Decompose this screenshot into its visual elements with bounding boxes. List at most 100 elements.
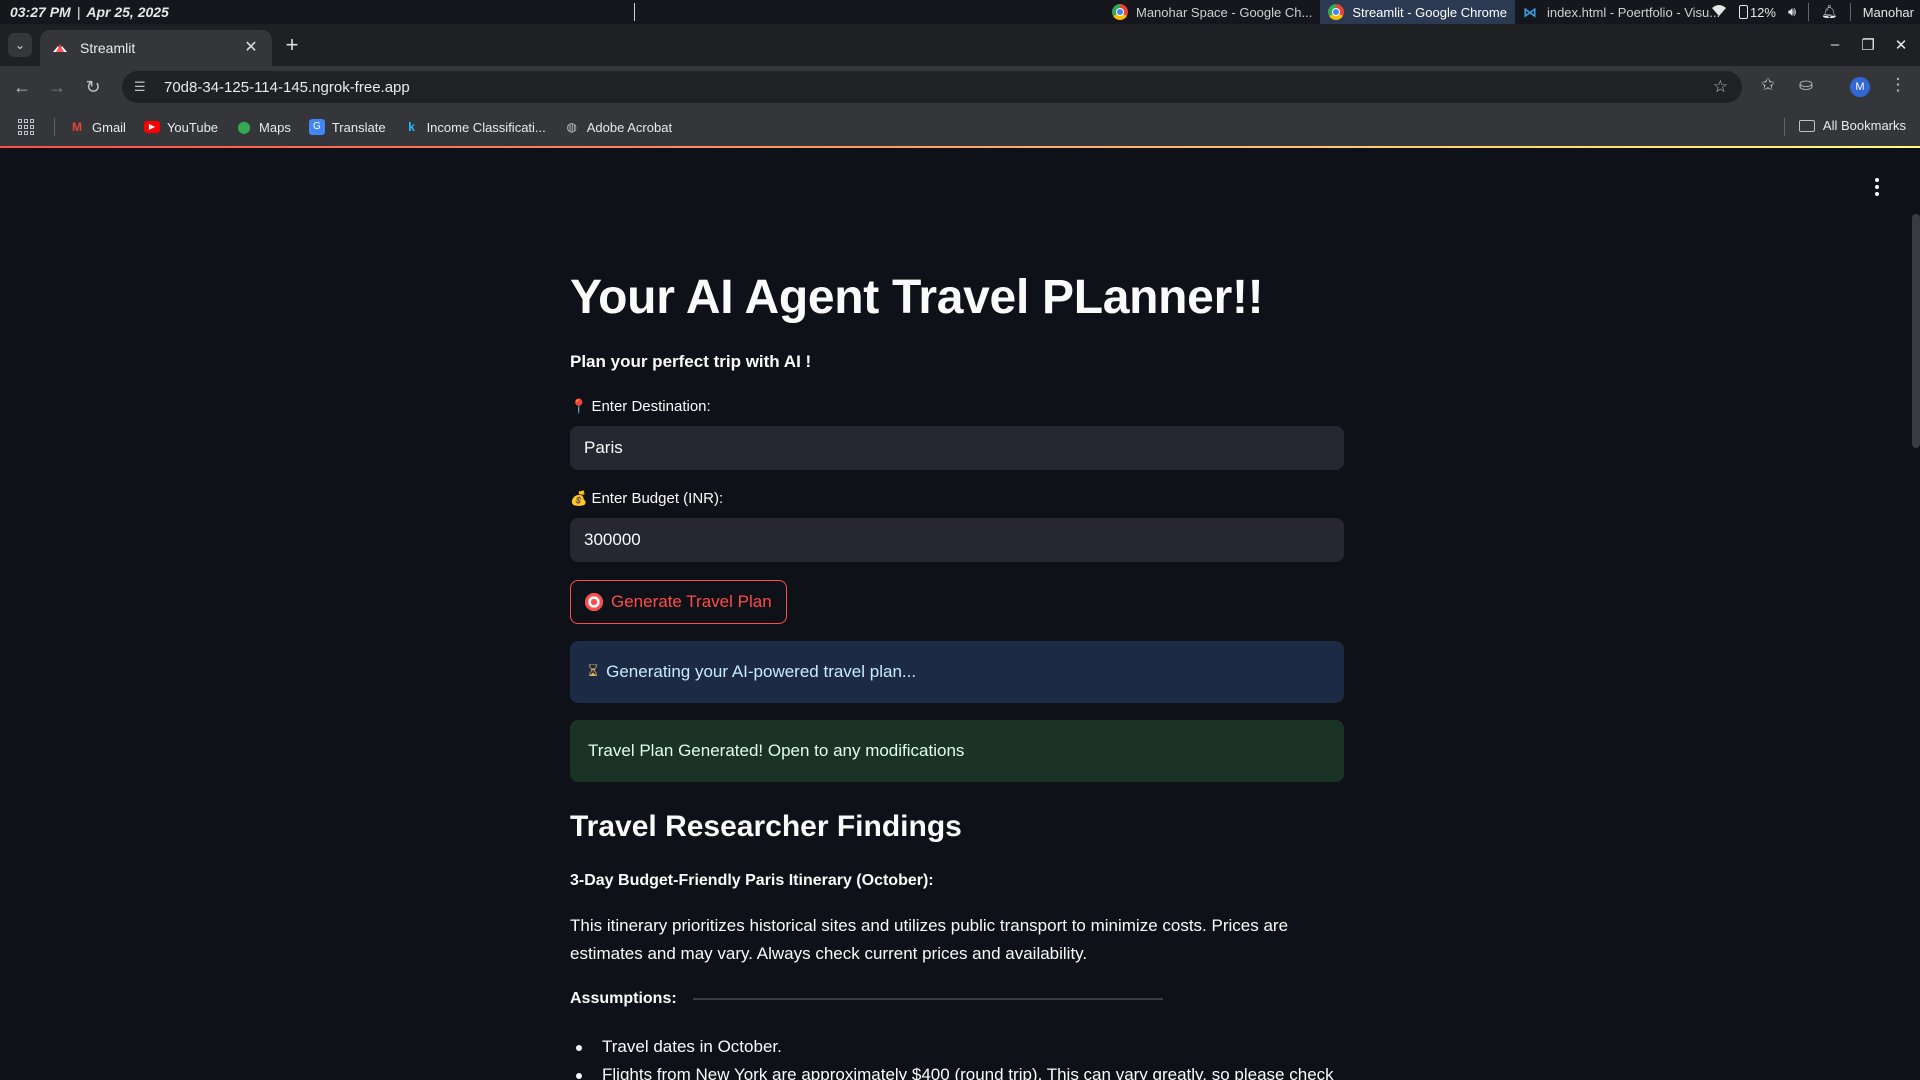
generate-button-label: Generate Travel Plan	[611, 592, 772, 611]
destination-label: 📍 Enter Destination:	[570, 398, 711, 415]
browser-tab-strip: ⌄ Streamlit ✕ + – ❐ ✕	[0, 24, 1920, 66]
chrome-icon	[1112, 4, 1128, 20]
maps-icon: ⬤	[237, 120, 251, 134]
success-alert-text: Travel Plan Generated! Open to any modif…	[588, 741, 965, 760]
section-divider	[692, 998, 1163, 1000]
os-date: Apr 25, 2025	[86, 4, 169, 20]
findings-heading: Travel Researcher Findings	[570, 810, 962, 843]
budget-label-text: Enter Budget (INR):	[591, 490, 724, 507]
tray-divider	[1849, 3, 1851, 21]
bookmark-youtube[interactable]: ▶ YouTube	[143, 119, 219, 135]
page-title: Your AI Agent Travel PLanner!!	[570, 271, 1264, 324]
all-bookmarks-button[interactable]: All Bookmarks	[1798, 118, 1906, 133]
intro-paragraph: This itinerary prioritizes historical si…	[570, 916, 1289, 963]
assumptions-heading-text: Assumptions:	[570, 990, 677, 1007]
taskbar-windows: Manohar Space - Google Ch... Streamlit -…	[1104, 0, 1728, 24]
list-item: Travel dates in October.	[570, 1033, 1334, 1061]
list-item: Flights from New York are approximately …	[570, 1061, 1334, 1080]
folder-icon	[1798, 119, 1815, 132]
incognito-icon[interactable]: ⛀	[1794, 75, 1818, 95]
forward-button[interactable]: →	[45, 75, 69, 99]
arrow-right-icon: →	[48, 77, 66, 97]
bookmarks-divider	[1784, 118, 1785, 136]
taskbar-item-vscode[interactable]: ⋈ index.html - Poertfolio - Visu...	[1515, 0, 1728, 24]
os-clock: 03:27 PM | Apr 25, 2025	[10, 4, 169, 20]
bookmark-label: Maps	[259, 119, 291, 135]
bookmarks-divider	[54, 118, 55, 136]
battery-percent: 12%	[1749, 4, 1776, 20]
info-alert: ⏳︎ Generating your AI-powered travel pla…	[570, 641, 1344, 703]
gmail-icon: M	[72, 120, 82, 134]
chevron-down-icon: ⌄	[14, 38, 26, 52]
bookmark-gmail[interactable]: M Gmail	[69, 119, 126, 135]
os-top-bar: 03:27 PM | Apr 25, 2025 Manohar Space - Go…	[0, 0, 1920, 24]
streamlit-favicon-icon	[52, 40, 68, 56]
minimize-button[interactable]: –	[1825, 36, 1845, 53]
app-menu-icon[interactable]	[1872, 178, 1882, 196]
bookmarks-bar: M Gmail ▶ YouTube ⬤ Maps G Translate k I…	[0, 108, 1920, 146]
bookmark-adobe-acrobat[interactable]: ◍ Adobe Acrobat	[564, 119, 673, 135]
assumptions-list: Travel dates in October. Flights from Ne…	[570, 1033, 1334, 1080]
browser-menu-icon[interactable]: ⋮	[1886, 75, 1910, 95]
battery-icon	[1738, 5, 1748, 19]
profile-avatar[interactable]: M	[1850, 77, 1870, 97]
tab-close-icon[interactable]: ✕	[242, 39, 260, 57]
text-cursor	[634, 3, 635, 21]
taskbar-item-manohar-space[interactable]: Manohar Space - Google Ch...	[1104, 0, 1320, 24]
budget-value: 300000	[584, 530, 641, 549]
vscode-icon: ⋈	[1522, 4, 1537, 20]
youtube-icon: ▶	[143, 121, 160, 133]
tab-title: Streamlit	[80, 40, 136, 56]
close-window-button[interactable]: ✕	[1891, 36, 1911, 54]
battery-indicator[interactable]: 12%	[1738, 4, 1776, 20]
bookmark-translate[interactable]: G Translate	[308, 119, 386, 135]
taskbar-item-label: Manohar Space - Google Ch...	[1136, 4, 1313, 20]
page-scrollbar[interactable]	[1912, 214, 1920, 448]
budget-input[interactable]: 300000	[570, 518, 1344, 562]
system-tray: 12% 🔊︎ 🔔︎ Manohar	[1711, 0, 1914, 24]
notification-bell-icon[interactable]: 🔔︎	[1821, 4, 1838, 20]
money-bag-icon: 💰	[570, 490, 588, 506]
taskbar-item-streamlit[interactable]: Streamlit - Google Chrome	[1320, 0, 1515, 24]
address-bar[interactable]: ☰ 70d8-34-125-114-145.ngrok-free.app ☆	[122, 71, 1742, 103]
translate-icon: G	[308, 119, 325, 135]
apps-grid-icon[interactable]	[18, 119, 34, 135]
extensions-icon[interactable]: ✩	[1756, 75, 1780, 95]
streamlit-app: Your AI Agent Travel PLanner!! Plan your…	[0, 148, 1920, 1080]
reload-icon: ↻	[85, 77, 101, 97]
bookmark-label: Translate	[331, 119, 386, 135]
new-tab-button[interactable]: +	[282, 34, 302, 56]
site-settings-icon[interactable]: ☰	[134, 79, 152, 95]
bookmark-maps[interactable]: ⬤ Maps	[236, 119, 291, 135]
back-button[interactable]: ←	[10, 75, 34, 99]
volume-icon[interactable]: 🔊︎	[1788, 4, 1796, 20]
bookmark-star-icon[interactable]: ☆	[1713, 77, 1728, 97]
restore-button[interactable]: ❐	[1858, 36, 1878, 54]
taskbar-item-label: index.html - Poertfolio - Visu...	[1546, 4, 1721, 20]
destination-input[interactable]: Paris	[570, 426, 1344, 470]
itinerary-heading: 3-Day Budget-Friendly Paris Itinerary (O…	[570, 872, 934, 889]
os-time: 03:27 PM	[10, 4, 71, 20]
os-user-name[interactable]: Manohar	[1863, 5, 1914, 20]
globe-icon: ◍	[566, 120, 577, 134]
tab-search-button[interactable]: ⌄	[8, 33, 32, 57]
bookmark-label: Gmail	[92, 119, 126, 135]
taskbar-item-label: Streamlit - Google Chrome	[1352, 4, 1507, 20]
chrome-icon	[1328, 4, 1345, 20]
browser-tab-streamlit[interactable]: Streamlit ✕	[40, 30, 272, 66]
url-text[interactable]: 70d8-34-125-114-145.ngrok-free.app	[164, 79, 410, 96]
destination-value: Paris	[584, 438, 623, 457]
browser-toolbar: ← → ↻ ☰ 70d8-34-125-114-145.ngrok-free.a…	[0, 66, 1920, 108]
bookmark-income-classification[interactable]: k Income Classificati...	[404, 119, 546, 135]
page-subtitle: Plan your perfect trip with AI !	[570, 352, 812, 371]
kaggle-icon: k	[408, 120, 415, 134]
reload-button[interactable]: ↻	[81, 75, 105, 99]
bookmark-label: Income Classificati...	[426, 119, 546, 135]
wifi-icon[interactable]	[1711, 4, 1727, 20]
bookmark-label: YouTube	[166, 119, 219, 135]
generate-travel-plan-button[interactable]: Generate Travel Plan	[570, 580, 787, 624]
assumptions-heading: Assumptions:	[570, 990, 1163, 1008]
tray-divider	[1808, 3, 1810, 21]
all-bookmarks-label: All Bookmarks	[1822, 118, 1906, 133]
bookmark-label: Adobe Acrobat	[586, 119, 673, 135]
